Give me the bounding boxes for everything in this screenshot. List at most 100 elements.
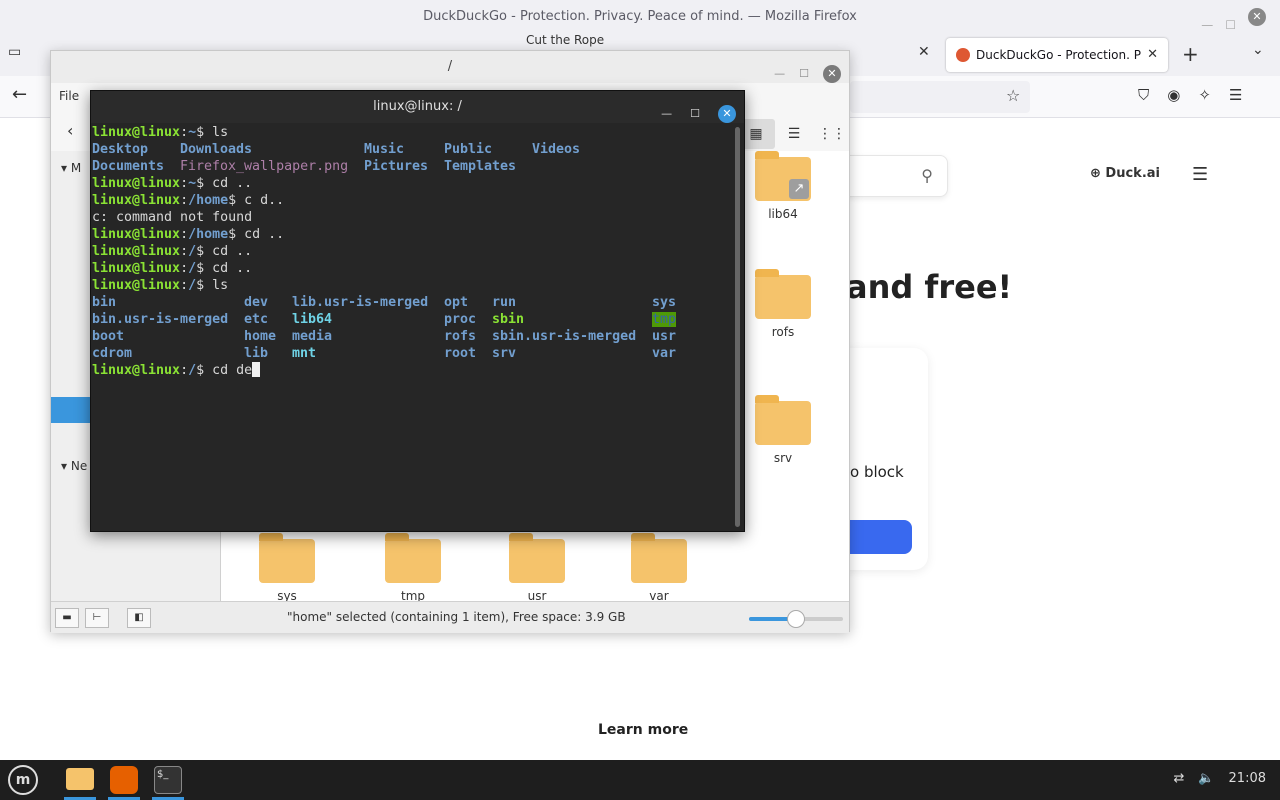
ls-entry: bin.usr-is-merged [92, 312, 229, 327]
terminal-line: linux@linux:/$ cd de [92, 362, 731, 379]
folder-lib64[interactable]: ↗ lib64 [753, 151, 813, 221]
ls-entry: dev [244, 295, 269, 310]
toggle-sidebar-icon[interactable]: ◧ [127, 608, 151, 628]
sidebar-header-my-computer[interactable]: ▾ M [61, 161, 81, 175]
prompt-path: /home [188, 193, 229, 208]
terminal-line: linux@linux:~$ cd .. [92, 176, 253, 191]
list-view-icon[interactable]: ☰ [775, 119, 813, 149]
back-icon[interactable]: ‹ [67, 121, 73, 140]
firefox-window-title: DuckDuckGo - Protection. Privacy. Peace … [423, 9, 857, 24]
folder-tmp[interactable]: tmp [383, 533, 443, 603]
learn-more-link[interactable]: Learn more [598, 722, 688, 738]
prompt-path: / [188, 244, 197, 259]
folder-rofs[interactable]: rofs [753, 269, 813, 339]
terminal-output[interactable]: linux@linux:~$ ls Desktop Downloads Music Pu… [91, 124, 731, 524]
command-text: cd .. [212, 261, 253, 276]
tab-close-icon[interactable]: ✕ [918, 44, 930, 60]
taskbar-terminal[interactable]: $_ [150, 762, 186, 800]
ls-entry: tmp [652, 312, 677, 327]
ls-entry: lib [244, 346, 269, 361]
menu-file[interactable]: File [59, 89, 79, 103]
prompt-user: linux@linux [92, 363, 181, 378]
command-text: c d.. [244, 193, 285, 208]
bookmark-star-icon[interactable]: ☆ [1006, 86, 1020, 105]
ls-entry: usr [652, 329, 677, 344]
card-cta-button[interactable] [850, 520, 912, 554]
ls-entry: lib64 [292, 312, 333, 327]
url-bar[interactable] [850, 81, 1030, 113]
close-icon[interactable]: ✕ [823, 65, 841, 83]
tab-duckduckgo[interactable]: DuckDuckGo - Protection. P ✕ [946, 38, 1168, 72]
command-text: ls [212, 278, 229, 293]
show-places-icon[interactable]: ▬ [55, 608, 79, 628]
card-text: o block [850, 463, 904, 481]
taskbar: m $_ ⇄ 🔈 21:08 [0, 760, 1280, 800]
maximize-icon[interactable]: ☐ [799, 58, 809, 90]
folder-icon [631, 533, 687, 583]
folder-srv[interactable]: srv [753, 395, 813, 465]
ddg-headline: and free! [846, 268, 1013, 306]
ls-root-output: bin dev lib.usr-is-merged opt run sys bin.usr-… [92, 294, 731, 362]
taskbar-firefox[interactable] [106, 762, 142, 800]
close-icon[interactable]: ✕ [1248, 8, 1266, 26]
ls-entry: Public [444, 142, 493, 157]
network-icon[interactable]: ⇄ [1173, 771, 1184, 786]
terminal-line: linux@linux:/home$ cd .. [92, 227, 285, 242]
list-all-tabs-icon[interactable]: ⌄ [1252, 42, 1264, 58]
command-input[interactable]: cd de [212, 363, 252, 378]
folder-icon [509, 533, 565, 583]
terminal-line: linux@linux:/home$ c d.. [92, 193, 285, 208]
ls-entry: run [492, 295, 517, 310]
ls-entry: Music [364, 142, 405, 157]
new-tab-icon[interactable]: + [1182, 42, 1199, 66]
menu-icon[interactable]: ☰ [1229, 86, 1242, 104]
minimize-icon[interactable]: — [774, 58, 785, 90]
sidebar-header-label: Ne [70, 459, 88, 473]
show-treeview-icon[interactable]: ⊢ [85, 608, 109, 628]
tab-overview-icon[interactable]: ▭ [8, 44, 30, 66]
folder-usr[interactable]: usr [507, 533, 567, 603]
terminal-window[interactable]: linux@linux: / — ☐ ✕ linux@linux:~$ ls De… [90, 90, 745, 532]
folder-sys[interactable]: sys [257, 533, 317, 603]
prompt-user: linux@linux [92, 193, 181, 208]
prompt-user: linux@linux [92, 278, 181, 293]
search-icon[interactable]: ⚲ [921, 166, 933, 185]
pocket-icon[interactable]: ⛉ [1138, 86, 1149, 104]
duck-ai-link[interactable]: ⊕ Duck.ai [1090, 166, 1160, 181]
volume-icon[interactable]: 🔈 [1198, 771, 1214, 786]
ls-entry: Videos [532, 142, 581, 157]
terminal-titlebar: linux@linux: / — ☐ ✕ [91, 91, 744, 123]
sidebar-header-network[interactable]: ▾ Ne [61, 459, 87, 473]
close-icon[interactable]: ✕ [718, 105, 736, 123]
zoom-slider-knob[interactable] [787, 610, 805, 628]
terminal-scrollbar[interactable] [735, 127, 740, 527]
prompt-user: linux@linux [92, 261, 181, 276]
tab-close-icon[interactable]: ✕ [1147, 38, 1158, 72]
ls-entry: Downloads [180, 142, 253, 157]
folder-icon: ↗ [755, 151, 811, 201]
zoom-slider[interactable] [749, 610, 843, 628]
account-icon[interactable]: ◉ [1167, 86, 1180, 104]
ls-entry: bin [92, 295, 117, 310]
compact-view-icon[interactable]: ⋮⋮ [813, 119, 851, 149]
command-text: cd .. [212, 244, 253, 259]
folder-var[interactable]: var [629, 533, 689, 603]
toolbar-icons: ⛉ ◉ ✧ ☰ [1138, 86, 1242, 104]
extensions-icon[interactable]: ✧ [1198, 86, 1211, 104]
folder-icon [755, 269, 811, 319]
back-arrow-icon[interactable]: ← [12, 84, 27, 105]
folder-icon [66, 768, 94, 790]
ls-entry: proc [444, 312, 477, 327]
ddg-menu-icon[interactable]: ☰ [1192, 164, 1208, 185]
terminal-icon: $_ [154, 766, 182, 794]
prompt-user: linux@linux [92, 125, 181, 140]
command-text: ls [212, 125, 229, 140]
folder-label: lib64 [768, 207, 798, 221]
clock[interactable]: 21:08 [1229, 771, 1266, 786]
command-text: cd .. [244, 227, 285, 242]
mint-menu-icon[interactable]: m [8, 765, 38, 795]
taskbar-file-manager[interactable] [62, 762, 98, 800]
folder-icon [755, 395, 811, 445]
ls-entry: Pictures [364, 159, 429, 174]
terminal-line: Desktop Downloads Music Public Videos [92, 141, 731, 158]
